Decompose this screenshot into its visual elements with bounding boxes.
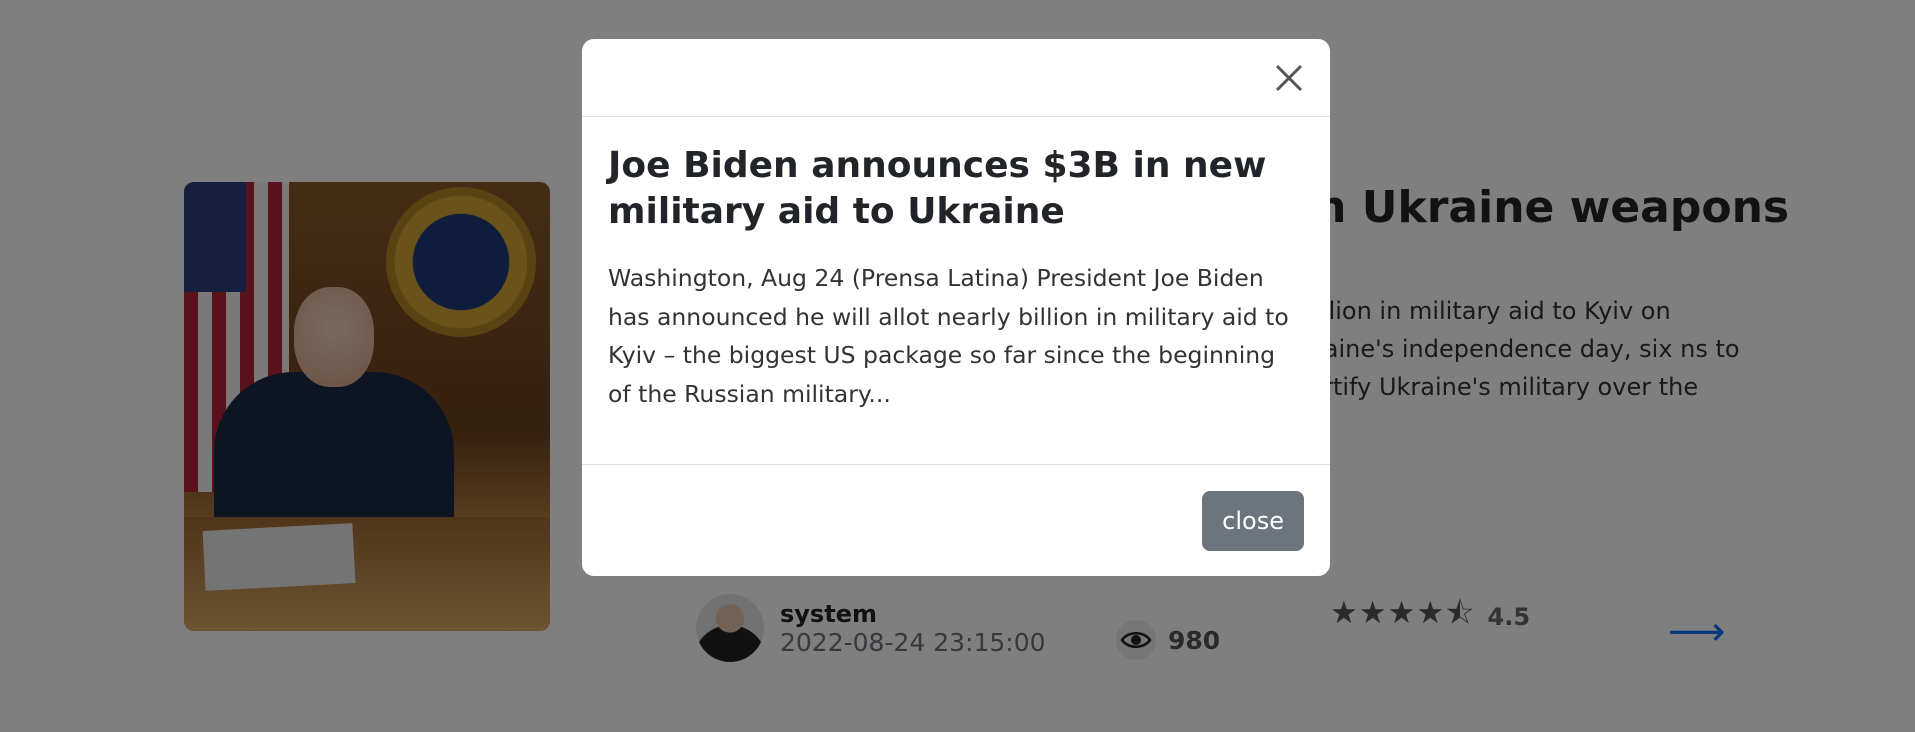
modal-body: Joe Biden announces $3B in new military … [582, 117, 1330, 463]
close-icon[interactable] [1272, 61, 1306, 95]
close-button[interactable]: close [1202, 491, 1304, 551]
article-modal: Joe Biden announces $3B in new military … [582, 39, 1330, 576]
modal-footer: close [582, 464, 1330, 576]
modal-title: Joe Biden announces $3B in new military … [608, 145, 1267, 232]
modal-text: Washington, Aug 24 (Prensa Latina) Presi… [608, 264, 1289, 408]
modal-header [582, 39, 1330, 117]
